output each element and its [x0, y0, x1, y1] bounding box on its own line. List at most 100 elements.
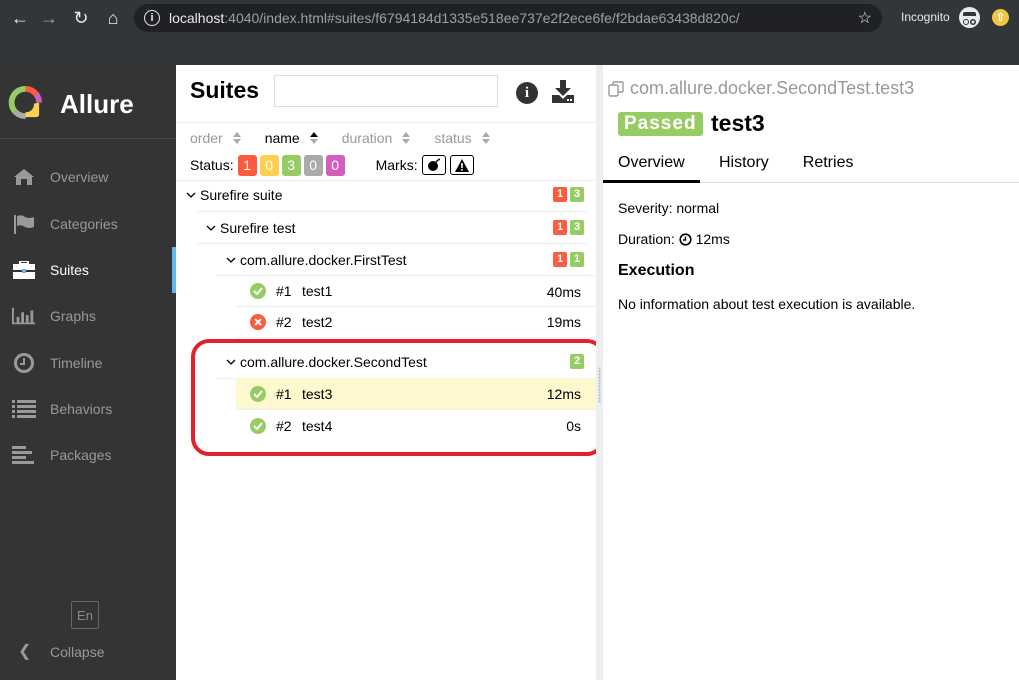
- warning-icon: [454, 158, 469, 172]
- passed-count: 1: [570, 252, 584, 267]
- align-left-icon: [12, 444, 36, 466]
- passed-count: 3: [570, 187, 584, 202]
- filter-passed[interactable]: 3: [281, 154, 301, 176]
- sort-arrows-icon: [402, 132, 411, 144]
- sidebar-item-suites[interactable]: Suites: [0, 247, 176, 293]
- collapse-label: Collapse: [50, 644, 105, 660]
- chevron-down-icon: [184, 188, 198, 202]
- failed-count: 1: [553, 252, 567, 267]
- duration-line: Duration: 12ms: [618, 231, 730, 247]
- sidebar-item-timeline[interactable]: Timeline: [0, 340, 176, 386]
- sidebar-item-label: Timeline: [50, 355, 103, 371]
- test-row-test3[interactable]: #1 test3 12ms: [236, 378, 596, 410]
- forward-button[interactable]: →: [37, 4, 61, 32]
- test-row-test2[interactable]: #2 test2 19ms: [236, 306, 596, 338]
- suites-tree-pane: Suites i order name duration status Stat…: [176, 65, 596, 680]
- filter-skipped[interactable]: 0: [303, 154, 323, 176]
- incognito-icon[interactable]: [959, 7, 980, 28]
- new-failed-mark-button[interactable]: [449, 155, 474, 175]
- sidebar-item-label: Categories: [50, 216, 118, 232]
- sort-by-status[interactable]: status: [434, 129, 490, 147]
- reload-button[interactable]: ↻: [69, 4, 93, 32]
- address-bar[interactable]: i localhost:4040/index.html#suites/f6794…: [134, 4, 882, 32]
- clock-icon: [12, 352, 36, 374]
- incognito-label: Incognito: [901, 10, 950, 24]
- language-button[interactable]: En: [71, 601, 99, 629]
- update-icon[interactable]: ⇧: [992, 9, 1009, 26]
- sidebar-item-packages[interactable]: Packages: [0, 432, 176, 478]
- sort-by-name[interactable]: name: [265, 129, 318, 147]
- severity-value: normal: [676, 200, 720, 216]
- sidebar-item-overview[interactable]: Overview: [0, 154, 176, 200]
- flaky-mark-button[interactable]: [421, 155, 446, 175]
- filter-failed[interactable]: 1: [237, 154, 257, 176]
- brand[interactable]: Allure: [0, 65, 176, 139]
- list-icon: [12, 398, 36, 420]
- duration-value: 12ms: [695, 231, 730, 247]
- sidebar: Allure Overview Categories Suites Graphs…: [0, 65, 176, 680]
- test-row-test4[interactable]: #2 test4 0s: [236, 410, 596, 442]
- flag-icon: [12, 213, 36, 235]
- status-filter-bar: Status: 1 0 3 0 0 Marks:: [190, 154, 478, 176]
- tab-retries[interactable]: Retries: [788, 151, 869, 183]
- page-title: Suites: [190, 77, 260, 103]
- collapse-button[interactable]: ❮ Collapse: [0, 640, 176, 664]
- home-icon: [12, 166, 36, 188]
- tree-group-surefire-suite[interactable]: Surefire suite 13: [184, 179, 588, 211]
- passed-count: 3: [570, 220, 584, 235]
- execution-heading: Execution: [618, 262, 695, 279]
- chevron-down-icon: [224, 355, 238, 369]
- info-icon[interactable]: i: [516, 82, 538, 104]
- tab-overview[interactable]: Overview: [603, 151, 700, 183]
- sidebar-item-label: Behaviors: [50, 401, 113, 417]
- sort-arrows-icon: [309, 132, 318, 144]
- home-button[interactable]: ⌂: [101, 4, 125, 32]
- status-label: Status:: [190, 157, 234, 173]
- sidebar-item-label: Overview: [50, 169, 109, 185]
- tab-history[interactable]: History: [704, 151, 784, 183]
- bomb-icon: [427, 158, 440, 171]
- divider: [176, 122, 596, 123]
- sort-by-order[interactable]: order: [190, 129, 241, 147]
- severity-line: Severity: normal: [618, 200, 720, 216]
- failed-count: 1: [553, 220, 567, 235]
- test-fullname: com.allure.docker.SecondTest.test3: [608, 78, 914, 99]
- browser-toolbar: ← → ↻ ⌂ i localhost:4040/index.html#suit…: [0, 0, 1019, 65]
- execution-text: No information about test execution is a…: [618, 296, 916, 312]
- test-detail-pane: com.allure.docker.SecondTest.test3 Passe…: [603, 65, 1019, 680]
- passed-check-icon: [250, 283, 266, 299]
- passed-check-icon: [250, 418, 266, 434]
- chevron-left-icon: ❮: [18, 643, 32, 660]
- detail-tabs: Overview History Retries: [603, 151, 1019, 183]
- site-info-icon[interactable]: i: [144, 10, 160, 26]
- failed-count: 1: [553, 187, 567, 202]
- sidebar-item-graphs[interactable]: Graphs: [0, 293, 176, 339]
- sidebar-item-label: Packages: [50, 447, 112, 463]
- clock-icon: [679, 232, 692, 246]
- allure-logo-icon: [8, 85, 43, 120]
- passed-check-icon: [250, 385, 266, 402]
- tree-group-firsttest[interactable]: com.allure.docker.FirstTest 11: [216, 243, 588, 276]
- marks-label: Marks:: [375, 157, 418, 173]
- search-input[interactable]: [274, 75, 498, 107]
- bookmark-star-icon[interactable]: ☆: [858, 8, 872, 28]
- filter-broken[interactable]: 0: [259, 154, 279, 176]
- tree-group-secondtest[interactable]: com.allure.docker.SecondTest 2: [216, 346, 588, 379]
- test-row-test1[interactable]: #1 test1 40ms: [236, 275, 596, 307]
- back-button[interactable]: ←: [8, 4, 32, 32]
- sort-arrows-icon: [232, 132, 241, 144]
- filter-unknown[interactable]: 0: [325, 154, 345, 176]
- url-text[interactable]: localhost:4040/index.html#suites/f679418…: [169, 10, 740, 26]
- sidebar-item-label: Graphs: [50, 308, 96, 324]
- download-icon[interactable]: [551, 79, 575, 105]
- status-badge: Passed: [618, 112, 703, 136]
- copy-icon[interactable]: [608, 80, 624, 97]
- drag-handle-icon[interactable]: [598, 367, 601, 403]
- sort-by-duration[interactable]: duration: [342, 129, 411, 147]
- sidebar-item-behaviors[interactable]: Behaviors: [0, 386, 176, 432]
- chevron-down-icon: [204, 221, 218, 235]
- tree-group-surefire-test[interactable]: Surefire test 13: [196, 211, 588, 244]
- bar-chart-icon: [12, 305, 36, 327]
- sidebar-item-categories[interactable]: Categories: [0, 201, 176, 247]
- pane-splitter[interactable]: [596, 65, 603, 680]
